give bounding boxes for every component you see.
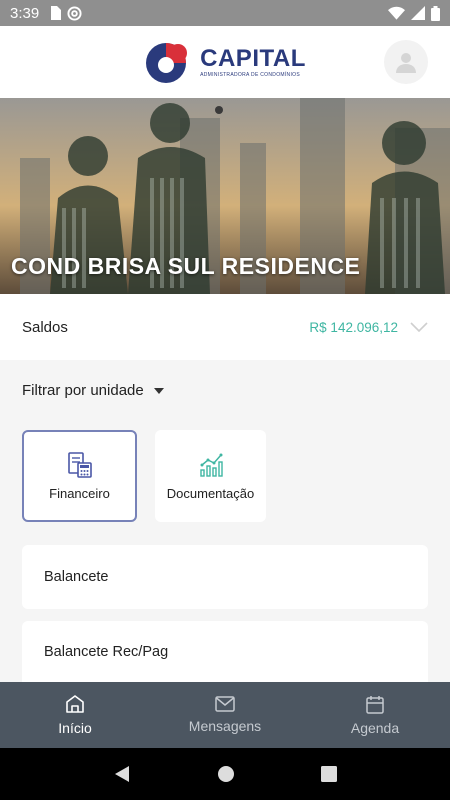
nav-mensagens-label: Mensagens bbox=[188, 718, 262, 734]
recents-icon[interactable] bbox=[321, 766, 337, 782]
balance-value: R$ 142.096,12 bbox=[309, 319, 398, 335]
battery-icon bbox=[431, 5, 440, 21]
brand-name: CAPITAL bbox=[200, 44, 306, 72]
unit-filter-label: Filtrar por unidade bbox=[22, 382, 144, 399]
carousel-indicator bbox=[215, 106, 223, 114]
system-navigation-bar bbox=[0, 748, 450, 800]
nav-inicio-label: Início bbox=[58, 720, 92, 736]
home-circle-icon[interactable] bbox=[217, 765, 235, 783]
wifi-icon bbox=[388, 6, 405, 20]
list-item-balancete-rec-pag[interactable]: Balancete Rec/Pag bbox=[22, 621, 428, 682]
nav-agenda[interactable]: Agenda bbox=[300, 682, 450, 748]
at-sign-icon bbox=[67, 5, 82, 21]
calendar-icon bbox=[366, 695, 384, 714]
capital-logo-icon bbox=[146, 43, 188, 83]
chevron-down-icon[interactable] bbox=[410, 322, 428, 332]
list-item-label: Balancete bbox=[44, 569, 109, 585]
bottom-navigation: Início Mensagens Agenda bbox=[0, 682, 450, 748]
condominium-name: COND BRISA SUL RESIDENCE bbox=[11, 253, 361, 279]
user-avatar-icon bbox=[396, 53, 416, 73]
tile-documentacao[interactable]: Documentação bbox=[155, 430, 266, 522]
balance-label: Saldos bbox=[22, 318, 68, 336]
app-bar: CAPITAL ADMINISTRADORA DE CONDOMÍNIOS bbox=[0, 26, 450, 98]
unit-filter-dropdown[interactable]: Filtrar por unidade bbox=[22, 382, 164, 399]
brand-logo: CAPITAL ADMINISTRADORA DE CONDOMÍNIOS bbox=[144, 39, 306, 85]
back-icon[interactable] bbox=[113, 765, 131, 783]
caret-down-icon bbox=[153, 387, 164, 394]
home-icon bbox=[66, 695, 84, 713]
tile-documentacao-label: Documentação bbox=[166, 485, 255, 501]
list-item-balancete[interactable]: Balancete bbox=[22, 545, 428, 609]
mail-icon bbox=[215, 696, 235, 712]
financial-report-icon bbox=[67, 451, 92, 478]
condominium-banner: COND BRISA SUL RESIDENCE bbox=[0, 98, 450, 294]
list-item-label: Balancete Rec/Pag bbox=[44, 643, 169, 660]
balance-row[interactable]: Saldos R$ 142.096,12 bbox=[0, 294, 450, 360]
cell-signal-icon bbox=[411, 6, 425, 20]
status-bar: 3:39 bbox=[0, 0, 450, 26]
chart-growth-icon bbox=[199, 453, 223, 477]
user-avatar-button[interactable] bbox=[384, 40, 428, 84]
sim-card-icon bbox=[51, 6, 62, 20]
status-time: 3:39 bbox=[10, 4, 40, 22]
nav-mensagens[interactable]: Mensagens bbox=[150, 682, 300, 748]
brand-subtitle: ADMINISTRADORA DE CONDOMÍNIOS bbox=[200, 71, 300, 78]
tile-financeiro-label: Financeiro bbox=[49, 485, 110, 501]
nav-agenda-label: Agenda bbox=[350, 719, 400, 736]
nav-inicio[interactable]: Início bbox=[0, 682, 150, 748]
tile-financeiro[interactable]: Financeiro bbox=[22, 430, 137, 522]
